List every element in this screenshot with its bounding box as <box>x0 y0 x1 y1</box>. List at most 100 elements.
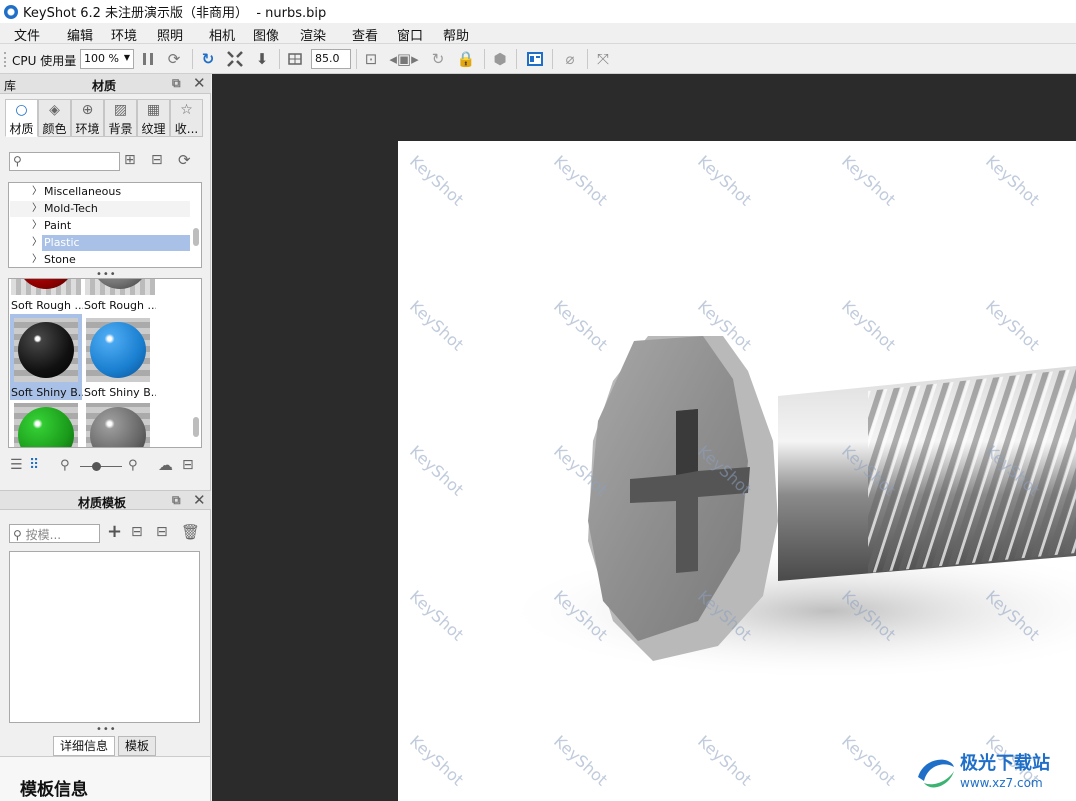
fov-input[interactable]: 85.0 <box>311 49 351 69</box>
menu-file[interactable]: 文件 <box>14 25 40 44</box>
slider-handle[interactable] <box>92 462 101 471</box>
thumbnail-image[interactable] <box>86 403 150 447</box>
thumbnail-image[interactable] <box>14 403 78 447</box>
list-item[interactable]: 〉 Mold-Tech <box>10 201 190 217</box>
chevron-right-icon: 〉 <box>32 237 42 248</box>
list-item[interactable]: 〉 Miscellaneous <box>10 184 190 200</box>
chevron-right-icon: 〉 <box>32 254 42 265</box>
close-icon[interactable]: ✕ <box>193 491 206 509</box>
add-icon[interactable]: + <box>107 521 122 542</box>
cpu-usage-label: CPU 使用量 <box>12 54 77 68</box>
tab-label: 材质 <box>9 122 34 136</box>
splitter-handle-icon[interactable]: ••• <box>96 724 117 735</box>
upload-cloud-icon[interactable]: ☁ <box>158 456 173 474</box>
close-icon[interactable]: ✕ <box>193 74 206 92</box>
cpu-usage-select[interactable]: 100 % ▼ <box>80 49 134 69</box>
library-header-left: 库 <box>4 79 17 93</box>
screenshot-icon[interactable]: ⊡ <box>361 49 381 69</box>
template-header-title: 材质模板 <box>78 496 127 510</box>
list-view-icon[interactable]: ☰ <box>10 457 23 473</box>
material-thumbnail-grid: Soft Rough ... Soft Rough ... Soft Shiny… <box>8 278 202 448</box>
list-item[interactable]: 〉 Stone <box>10 252 190 268</box>
drop-to-floor-icon[interactable]: ⬇ <box>252 49 272 69</box>
library-panel: 库 材质 ⧉ ✕ ○ 材质 ◈ 颜色 ⊕ 环境 ▨ 背景 ▦ 纹理 ☆ 收...… <box>0 74 211 801</box>
float-panel-icon[interactable]: ⧉ <box>172 493 181 508</box>
tab-textures[interactable]: ▦ 纹理 <box>137 99 170 137</box>
tab-details[interactable]: 详细信息 <box>53 736 115 756</box>
chevron-right-icon: 〉 <box>32 203 42 214</box>
render-viewport[interactable]: KeyShot KeyShot KeyShot KeyShot KeyShot … <box>212 74 1076 801</box>
render-canvas[interactable]: KeyShot KeyShot KeyShot KeyShot KeyShot … <box>398 141 1076 801</box>
pause-icon[interactable] <box>138 49 158 69</box>
thumbnail-size-slider[interactable] <box>80 466 122 467</box>
toggle-bounds-icon[interactable]: ⤧ <box>593 49 613 69</box>
menu-window[interactable]: 窗口 <box>397 25 423 44</box>
export-folder-icon[interactable]: ⊟ <box>156 524 168 540</box>
fit-view-icon[interactable] <box>225 49 245 69</box>
lock-camera-icon[interactable]: 🔒 <box>456 49 476 69</box>
scripting-icon[interactable]: ⌀ <box>560 49 580 69</box>
chevron-right-icon: 〉 <box>32 220 42 231</box>
template-list <box>9 551 200 723</box>
toolbar-grip <box>4 52 6 67</box>
template-search-input[interactable]: ⚲ 按模... <box>9 524 100 543</box>
thumbnail-image[interactable] <box>11 279 81 295</box>
menu-render[interactable]: 渲染 <box>300 25 326 44</box>
reset-icon[interactable]: ↻ <box>198 49 218 69</box>
menu-lighting[interactable]: 照明 <box>157 25 183 44</box>
menu-edit[interactable]: 编辑 <box>67 25 93 44</box>
tab-materials[interactable]: ○ 材质 <box>5 99 38 137</box>
library-search-input[interactable]: ⚲ <box>9 152 120 171</box>
presentation-mode-icon[interactable] <box>525 49 545 69</box>
menu-bar: 文件 编辑 环境 照明 相机 图像 渲染 查看 窗口 帮助 <box>0 23 1076 44</box>
toolbar-separator <box>356 49 357 69</box>
camera-switch-icon[interactable]: ◂▣▸ <box>386 49 422 69</box>
list-item-selected[interactable]: 〉 Plastic <box>10 235 190 251</box>
thumbnail-label: Soft Shiny B... <box>11 386 83 399</box>
import-folder-icon[interactable]: ⊟ <box>151 152 163 168</box>
rotate-icon[interactable]: ↻ <box>428 49 448 69</box>
list-item[interactable]: 〉 Paint <box>10 218 190 234</box>
scrollbar-thumb[interactable] <box>193 228 199 246</box>
tab-backgrounds[interactable]: ▨ 背景 <box>104 99 137 137</box>
menu-image[interactable]: 图像 <box>253 25 279 44</box>
chevron-down-icon: ▼ <box>123 53 130 62</box>
list-item-label: Mold-Tech <box>44 202 98 215</box>
environment-icon: ⊕ <box>81 102 94 118</box>
thumbnail-image[interactable] <box>85 279 155 295</box>
tab-label: 颜色 <box>42 122 67 136</box>
list-item-label: Stone <box>44 253 76 266</box>
material-folder-list: 〉 Miscellaneous 〉 Mold-Tech 〉 Paint 〉 Plasti… <box>8 182 202 268</box>
thumbnail-image[interactable] <box>14 318 78 382</box>
menu-environment[interactable]: 环境 <box>111 25 137 44</box>
tab-environments[interactable]: ⊕ 环境 <box>71 99 104 137</box>
tab-favorites[interactable]: ☆ 收... <box>170 99 203 137</box>
menu-help[interactable]: 帮助 <box>443 25 469 44</box>
export-folder-icon[interactable]: ⊟ <box>182 457 194 473</box>
import-folder-icon[interactable]: ⊟ <box>131 524 143 540</box>
toolbar-separator <box>279 49 280 69</box>
tab-templates[interactable]: 模板 <box>118 736 156 756</box>
grid-view-icon[interactable]: ⠿ <box>29 457 39 473</box>
tab-colors[interactable]: ◈ 颜色 <box>38 99 71 137</box>
delete-icon[interactable]: 🗑 <box>181 523 200 541</box>
tab-label: 收... <box>174 122 199 136</box>
site-brand-logo: 极光下载站 www.xz7.com <box>914 749 1074 797</box>
search-icon: ⚲ <box>13 528 22 542</box>
add-folder-icon[interactable]: ⊞ <box>124 152 136 168</box>
refresh-icon[interactable]: ⟳ <box>178 151 191 169</box>
texture-icon: ▦ <box>146 102 161 118</box>
zoom-out-icon[interactable]: ⚲ <box>60 458 70 473</box>
thumbnail-image[interactable] <box>86 318 150 382</box>
keyshot-logo-icon <box>4 4 18 19</box>
tab-label: 背景 <box>108 122 133 136</box>
scrollbar-thumb[interactable] <box>193 417 199 437</box>
menu-view[interactable]: 查看 <box>352 25 378 44</box>
menu-camera[interactable]: 相机 <box>209 25 235 44</box>
list-item-label: Paint <box>44 219 72 232</box>
float-panel-icon[interactable]: ⧉ <box>172 76 181 91</box>
performance-mode-icon[interactable]: ⟳ <box>164 49 184 69</box>
geometry-icon[interactable]: ⬢ <box>490 49 510 69</box>
zoom-in-icon[interactable]: ⚲ <box>128 458 138 473</box>
toolbar: CPU 使用量 100 % ▼ ⟳ ↻ ⬇ 85.0 ⊡ ◂▣▸ ↻ 🔒 ⬢ ⌀… <box>0 44 1076 74</box>
